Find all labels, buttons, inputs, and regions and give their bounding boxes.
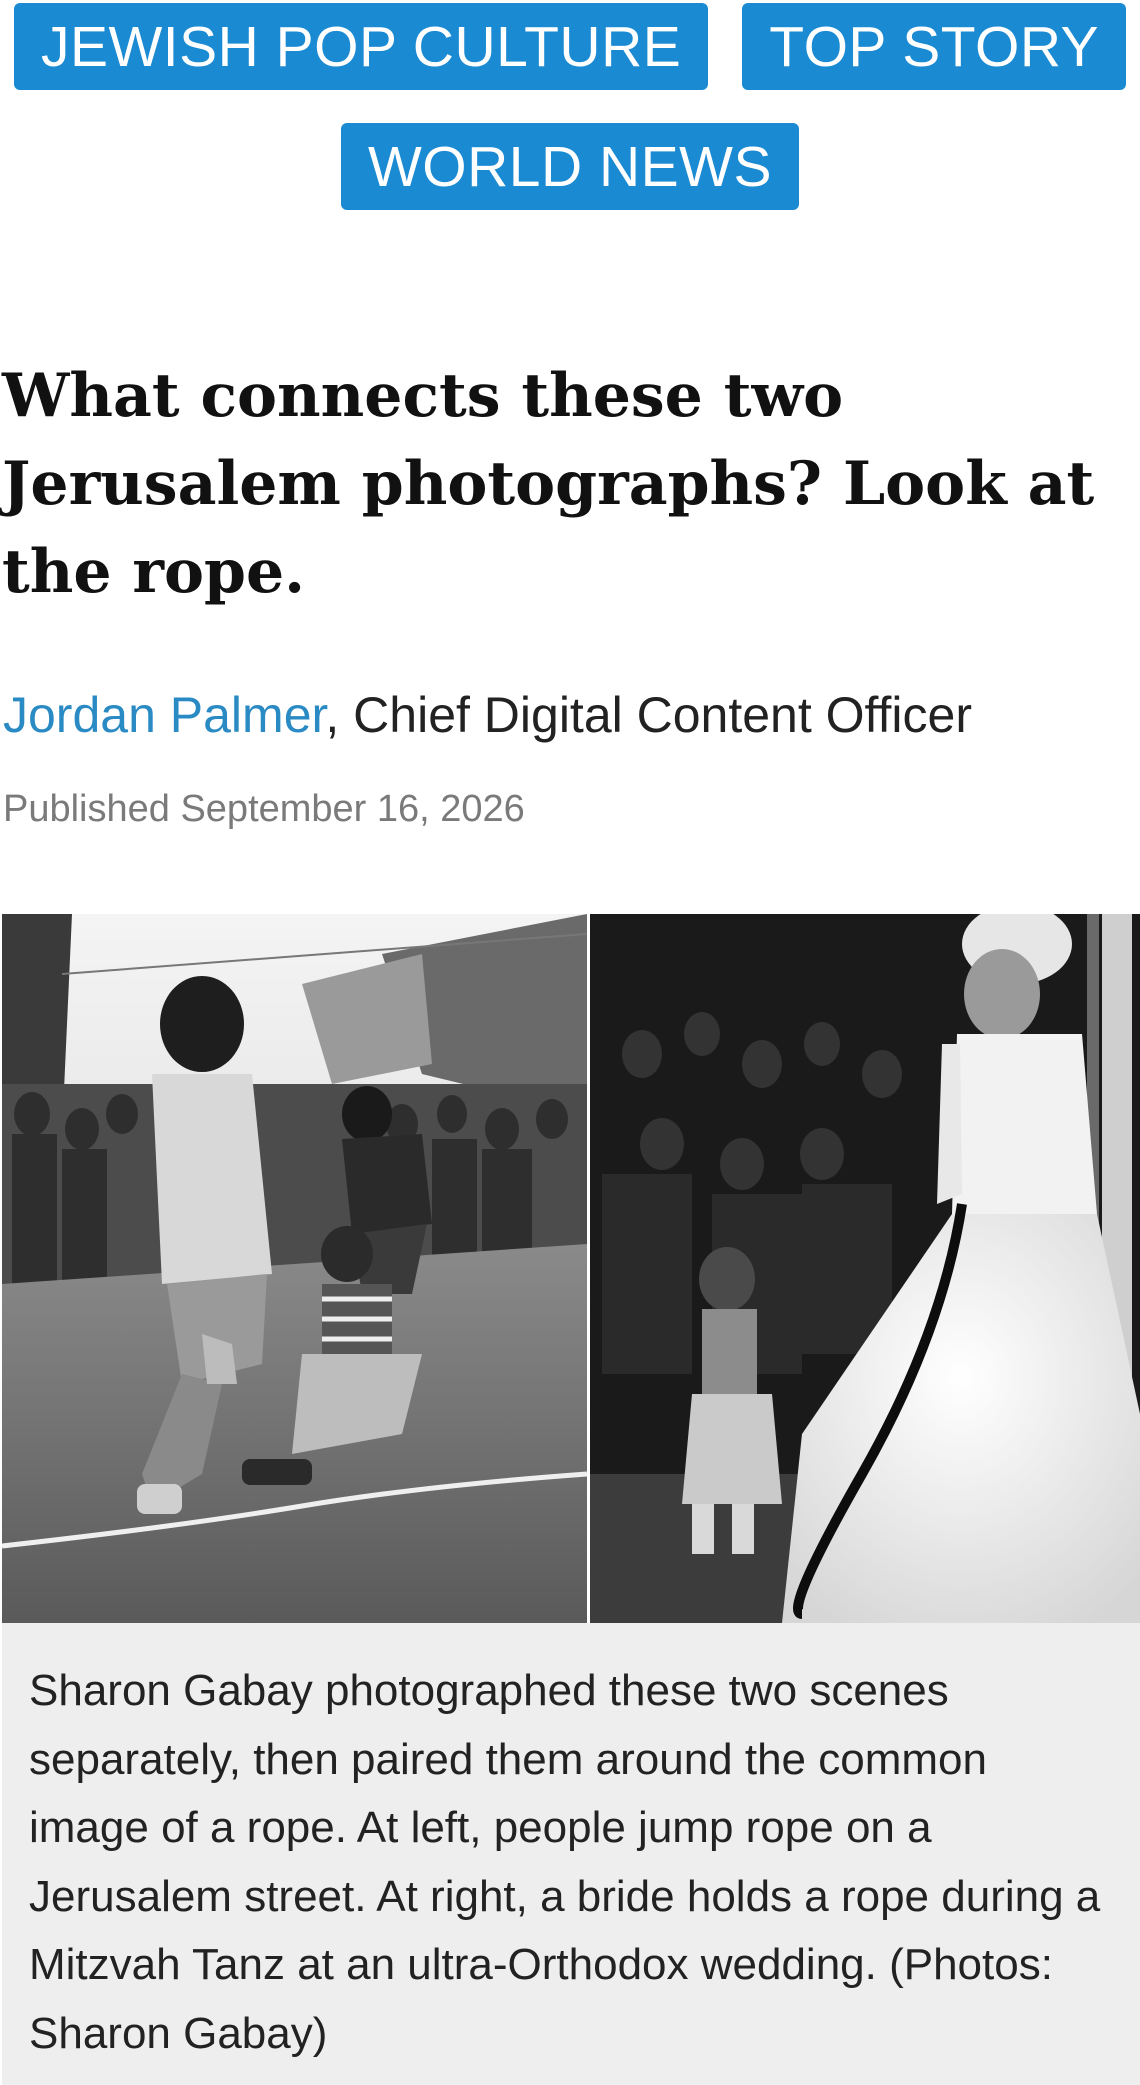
tag-top-story[interactable]: TOP STORY bbox=[742, 3, 1127, 90]
article-headline: What connects these two Jerusalem photog… bbox=[2, 361, 1095, 607]
category-tags: JEWISH POP CULTURE TOP STORY WORLD NEWS bbox=[0, 0, 1140, 210]
tag-jewish-pop-culture[interactable]: JEWISH POP CULTURE bbox=[13, 3, 709, 90]
published-date: Published September 16, 2026 bbox=[3, 788, 525, 830]
tag-world-news[interactable]: WORLD NEWS bbox=[341, 123, 799, 210]
author-role: , Chief Digital Content Officer bbox=[325, 687, 972, 743]
left-photo-street-jump-rope bbox=[2, 914, 588, 1623]
author-link[interactable]: Jordan Palmer bbox=[3, 687, 325, 743]
right-photo-bride-rope bbox=[590, 914, 1140, 1623]
photo-caption: Sharon Gabay photographed these two scen… bbox=[2, 1623, 1140, 2085]
byline: Jordan Palmer, Chief Digital Content Off… bbox=[3, 682, 972, 748]
article-photo bbox=[2, 914, 1140, 1623]
